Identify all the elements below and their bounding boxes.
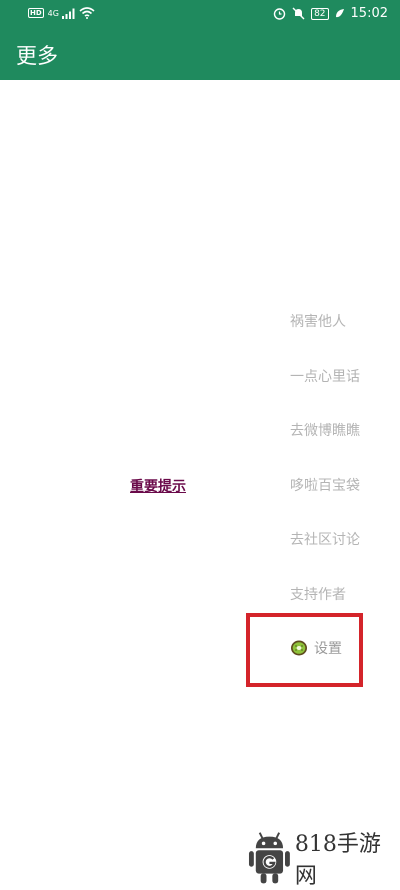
- status-left-group: HD 4G: [28, 7, 95, 19]
- hd-badge: HD: [28, 8, 44, 18]
- menu-item-support-author[interactable]: 支持作者: [290, 584, 346, 604]
- wifi-icon: [79, 7, 95, 19]
- status-bar: HD 4G 82 15:02: [0, 0, 400, 30]
- battery-icon: 82: [311, 7, 329, 20]
- menu-item-doraemon-pocket[interactable]: 哆啦百宝袋: [290, 475, 360, 495]
- signal-icon: [61, 8, 75, 19]
- menu-item-community-discussion[interactable]: 去社区讨论: [290, 529, 360, 549]
- leaf-icon: [335, 8, 344, 17]
- watermark-text: 818手游网: [294, 832, 381, 889]
- mute-icon: [292, 7, 305, 20]
- menu-item-harm-others[interactable]: 祸害他人: [290, 311, 346, 331]
- app-bar: 更多: [0, 30, 400, 80]
- main-content: 重要提示 祸害他人 一点心里话 去微博瞧瞧 哆啦百宝袋 去社区讨论 支持作者 设…: [0, 80, 400, 890]
- network-type-label: 4G: [47, 8, 59, 18]
- menu-item-visit-weibo[interactable]: 去微博瞧瞧: [290, 420, 360, 440]
- menu-item-heart-words[interactable]: 一点心里话: [290, 366, 360, 386]
- important-notice-link[interactable]: 重要提示: [130, 476, 186, 496]
- watermark: 818手游网: [248, 826, 400, 890]
- status-right-group: 82 15:02: [273, 6, 388, 21]
- page-title: 更多: [16, 44, 58, 68]
- highlight-box: [246, 613, 363, 687]
- alarm-icon: [273, 8, 286, 20]
- status-time: 15:02: [350, 6, 388, 21]
- android-robot-icon: [248, 832, 290, 884]
